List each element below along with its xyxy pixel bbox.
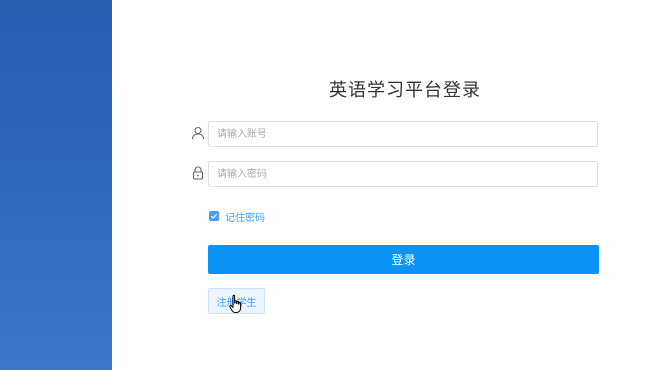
user-icon	[190, 125, 206, 141]
login-button[interactable]: 登录	[208, 245, 599, 274]
left-decorative-panel	[0, 0, 112, 370]
account-input[interactable]	[208, 121, 598, 147]
lock-icon	[190, 165, 206, 181]
password-input[interactable]	[208, 161, 598, 187]
checkbox-checked-icon[interactable]	[209, 211, 219, 221]
hand-pointer-icon	[229, 294, 243, 314]
remember-password-label[interactable]: 记住密码	[225, 209, 265, 224]
password-field-row	[190, 161, 600, 187]
page-title: 英语学习平台登录	[329, 80, 481, 101]
remember-password-checkbox[interactable]: 记住密码	[209, 209, 265, 224]
login-page: 英语学习平台登录 记住密码 登录 注册学生	[0, 0, 656, 370]
account-field-row	[190, 121, 600, 147]
